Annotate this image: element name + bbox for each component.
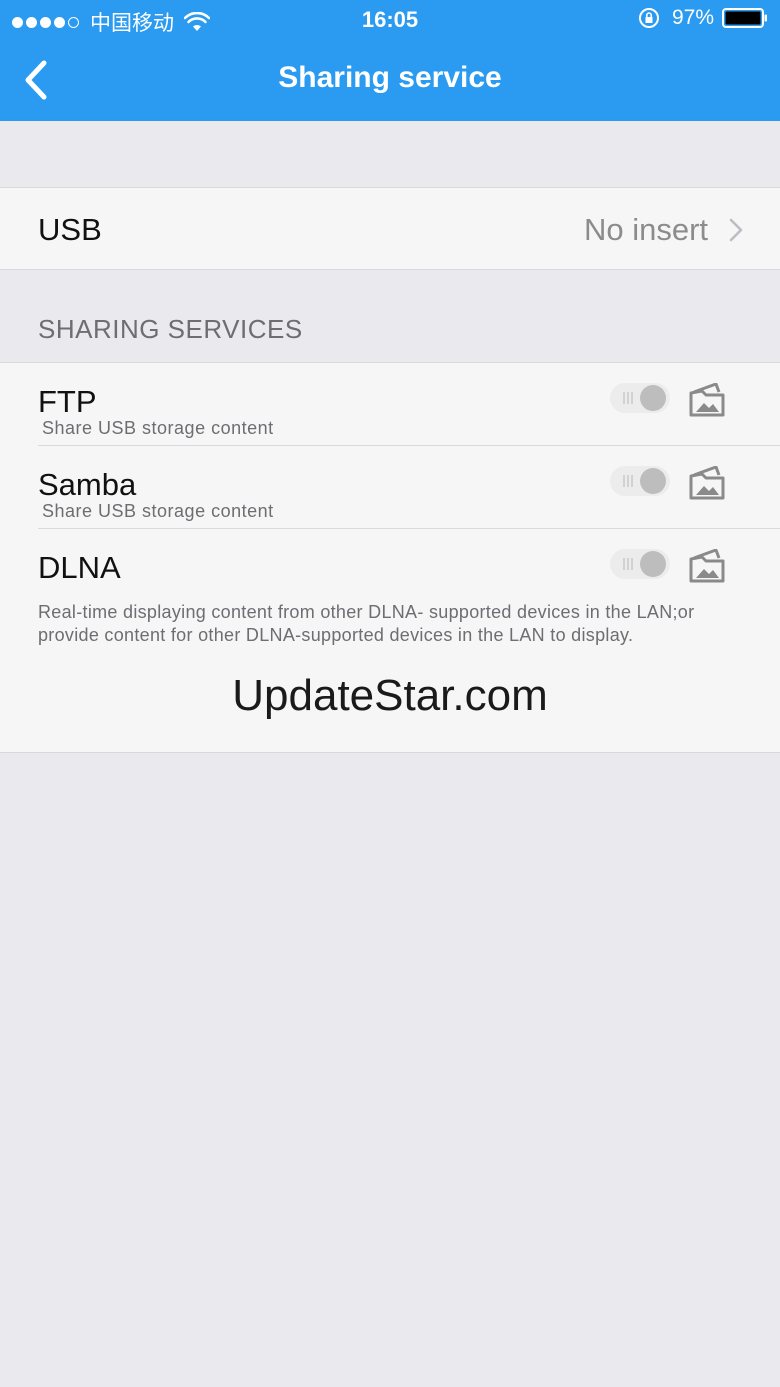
service-name: Samba — [38, 467, 137, 502]
toggle-knob — [640, 551, 666, 577]
dlna-description: Real-time displaying content from other … — [38, 602, 695, 645]
toggle-off-icon — [623, 558, 633, 570]
folder-icon[interactable] — [688, 549, 726, 583]
service-row-ftp: FTP Share USB storage content — [0, 363, 780, 446]
service-name: FTP — [38, 384, 97, 419]
service-name: DLNA — [38, 550, 121, 585]
services-list: FTP Share USB storage content Samba Shar… — [0, 362, 780, 753]
battery-percent: 97% — [671, 6, 714, 29]
app-header: 中国移动 16:05 97% Sharing service — [0, 0, 780, 121]
service-subtitle: Share USB storage content — [42, 418, 274, 438]
usb-label: USB — [38, 212, 102, 247]
battery-icon — [722, 8, 767, 28]
rotation-lock-icon — [638, 8, 659, 28]
folder-icon[interactable] — [688, 466, 726, 500]
section-header: SHARING SERVICES — [38, 314, 303, 344]
folder-icon[interactable] — [688, 383, 726, 417]
toggle-off-icon — [623, 475, 633, 487]
toggle-off-icon — [623, 392, 633, 404]
service-subtitle: Share USB storage content — [42, 501, 274, 521]
toggle-knob — [640, 385, 666, 411]
navigation-bar: Sharing service — [0, 40, 780, 121]
usb-row[interactable]: USB No insert — [0, 187, 780, 270]
samba-toggle[interactable] — [610, 466, 670, 496]
watermark-text: UpdateStar.com — [232, 671, 548, 720]
dlna-toggle[interactable] — [610, 549, 670, 579]
toggle-knob — [640, 468, 666, 494]
status-bar: 中国移动 16:05 97% — [0, 0, 780, 40]
service-row-samba: Samba Share USB storage content — [0, 446, 780, 529]
usb-status-value: No insert — [583, 212, 708, 247]
ftp-toggle[interactable] — [610, 383, 670, 413]
page-title: Sharing service — [278, 61, 502, 94]
chevron-right-icon — [729, 218, 743, 242]
